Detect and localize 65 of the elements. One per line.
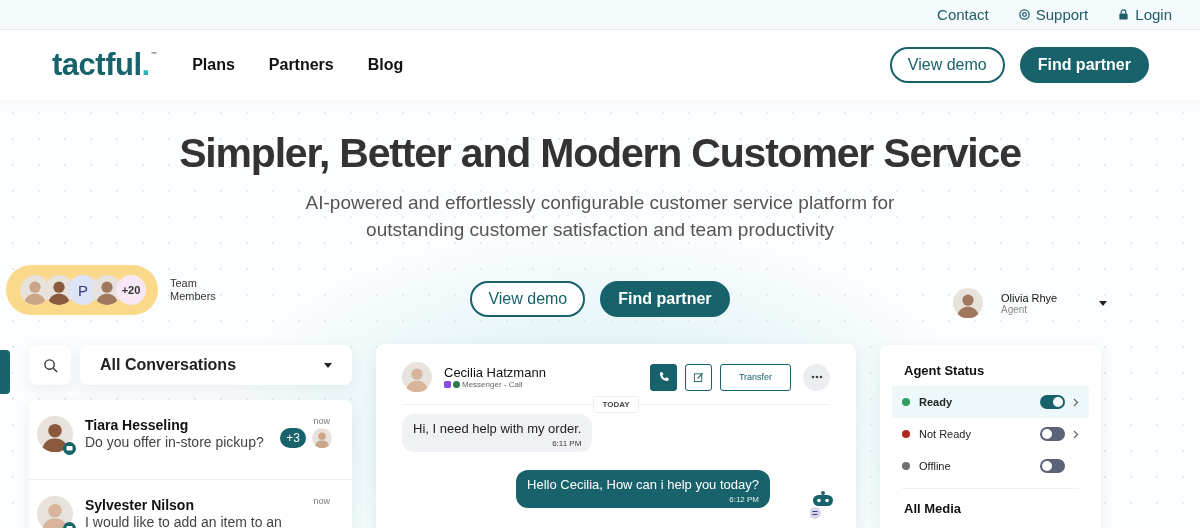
toggle-switch[interactable]: [1040, 395, 1065, 409]
message-text: Hello Cecilia, How can i help you today?: [527, 477, 759, 492]
hero-button[interactable]: Find partner: [600, 281, 730, 317]
contact-name: Tiara Hesseling: [85, 417, 190, 433]
status-option[interactable]: Not Ready: [892, 418, 1089, 450]
avatar-icon: [37, 496, 73, 528]
phone-icon: [453, 381, 460, 388]
timestamp: now: [313, 416, 330, 426]
conversation-item[interactable]: Tiara Hesseling Do you offer in-store pickup? now +3: [29, 400, 352, 480]
search-icon: [42, 357, 58, 373]
nav-button[interactable]: Find partner: [1019, 47, 1149, 83]
nav-link[interactable]: Plans: [192, 56, 235, 74]
agent-role: Agent: [1001, 303, 1029, 315]
edit-button[interactable]: [685, 363, 712, 391]
chat-bubble-icon: [63, 442, 76, 455]
status-option[interactable]: Ready: [892, 386, 1089, 418]
agent-name: Olivia Rhye: [1001, 291, 1058, 304]
channel-label: Messenger - Call: [462, 380, 523, 389]
robot-icon: [810, 490, 836, 520]
more-icon: [810, 375, 823, 379]
message-time: 6:12 PM: [729, 495, 759, 504]
support-icon: [1018, 9, 1030, 20]
avatar-icon: [953, 288, 983, 318]
conversation-filter[interactable]: All Conversations: [80, 345, 352, 385]
nav-link[interactable]: Blog: [367, 56, 404, 74]
top-link[interactable]: Support: [1018, 6, 1089, 23]
toggle-switch[interactable]: [1040, 459, 1065, 473]
edit-icon: [693, 371, 704, 383]
top-link[interactable]: Contact: [937, 6, 989, 23]
hero-button[interactable]: View demo: [470, 281, 586, 317]
contact-name: Cecilia Hatzmann: [444, 365, 546, 380]
lock-icon: [1118, 9, 1130, 20]
team-label: Team Members: [170, 277, 217, 303]
phone-icon: [657, 371, 670, 383]
date-label: TODAY: [593, 396, 639, 413]
top-link[interactable]: Login: [1118, 6, 1172, 23]
toggle-switch[interactable]: [1040, 427, 1065, 441]
member-count: +20: [116, 275, 146, 305]
timestamp: now: [313, 496, 330, 506]
status-option[interactable]: Offline: [892, 450, 1089, 482]
section-title: All Media: [904, 501, 963, 516]
caret-icon: [324, 362, 332, 368]
section-title: Agent Status: [904, 363, 986, 378]
search-button[interactable]: [29, 345, 71, 385]
contact-name: Sylvester Nilson: [85, 497, 195, 513]
caret-icon[interactable]: [1099, 300, 1108, 306]
avatar-icon: [312, 428, 332, 448]
transfer-button[interactable]: Transfer: [720, 363, 791, 391]
count-badge: +3: [280, 428, 306, 448]
message-text: Hi, I need help with my order.: [413, 421, 582, 436]
hero-subtitle: AI-powered and effortlessly configurable customer service platform for outstanding customer satisfaction and team productivity: [304, 191, 896, 242]
call-button[interactable]: [650, 363, 677, 391]
avatar-icon: [402, 362, 432, 392]
message-preview: Do you offer in-store pickup?: [85, 434, 265, 450]
avatar-icon: [37, 416, 73, 452]
hero-title: Simpler, Better and Modern Customer Service: [179, 130, 1021, 177]
nav-link[interactable]: Partners: [268, 56, 334, 74]
status-label: Offline: [919, 460, 952, 472]
conversation-item[interactable]: Sylvester Nilson I would like to add an item to an now: [29, 480, 352, 528]
status-label: Ready: [919, 396, 954, 408]
status-label: Not Ready: [919, 428, 972, 440]
message-time: 6:11 PM: [552, 439, 582, 448]
message-preview: I would like to add an item to an: [85, 514, 283, 528]
messenger-icon: [444, 381, 451, 388]
nav-button[interactable]: View demo: [889, 47, 1005, 83]
